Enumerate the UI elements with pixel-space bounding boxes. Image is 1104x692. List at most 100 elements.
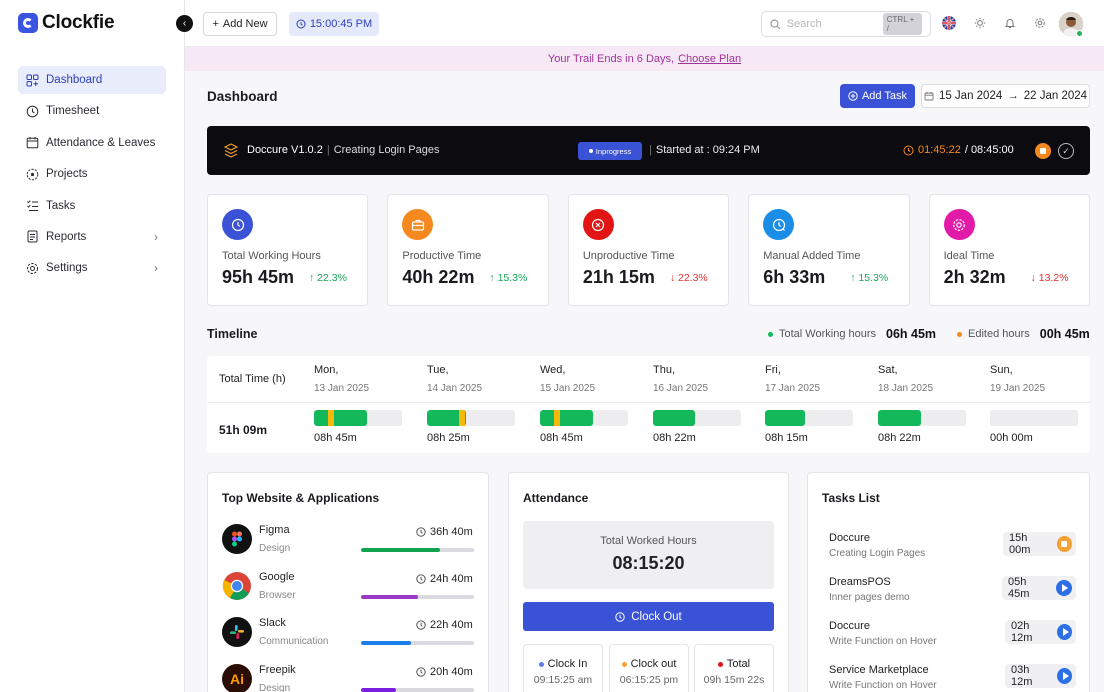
working-hours-fill	[314, 410, 367, 426]
task-row[interactable]: DreamsPOS Inner pages demo 05h 45m	[822, 572, 1076, 612]
stat-card: Manual Added Time 6h 33m ↑ 15.3%	[748, 194, 910, 306]
timeline-title: Timeline	[207, 327, 258, 341]
search-input[interactable]	[786, 18, 877, 30]
play-icon[interactable]	[1057, 668, 1072, 684]
task-row[interactable]: Doccure Write Function on Hover 02h 12m	[822, 616, 1076, 656]
trend-up-icon: ↑	[309, 272, 315, 284]
working-hours-fill	[653, 410, 695, 426]
clock-icon	[615, 611, 625, 622]
app-row[interactable]: Google Browser 24h 40m	[222, 569, 476, 605]
timeline-date: 14 Jan 2025	[427, 383, 483, 394]
sidebar-item-settings[interactable]: Settings ›	[18, 254, 166, 282]
sidebar-item-timesheet[interactable]: Timesheet	[18, 97, 166, 125]
timeline-day: Thu,	[653, 364, 676, 376]
tasks-list-card: Tasks List Doccure Creating Login Pages …	[807, 472, 1090, 692]
attendance-item-value: 09:15:25 am	[533, 674, 593, 686]
search-box[interactable]: CTRL + /	[761, 11, 931, 37]
app-row[interactable]: Ai Freepik Design 20h 40m	[222, 662, 476, 692]
usage-bar	[361, 594, 474, 599]
search-shortcut: CTRL + /	[882, 13, 922, 35]
total-time: / 08:45:00	[964, 144, 1014, 156]
timeline-bar[interactable]	[427, 410, 515, 426]
timeline-day: Sun,	[990, 364, 1013, 376]
clock-icon	[416, 620, 426, 630]
stop-task-button[interactable]	[1035, 143, 1051, 159]
legend-value: 00h 45m	[1039, 327, 1090, 341]
sidebar-item-attendance-leaves[interactable]: Attendance & Leaves	[18, 129, 166, 157]
timeline-bar[interactable]	[314, 410, 402, 426]
clock-icon	[26, 105, 39, 118]
sidebar-item-reports[interactable]: Reports ›	[18, 223, 166, 251]
sidebar-item-label: Settings	[46, 262, 88, 275]
timeline-hours: 08h 22m	[878, 432, 921, 444]
calendar-icon	[924, 92, 934, 101]
sidebar-item-label: Tasks	[46, 199, 76, 212]
stat-delta-value: 15.3%	[858, 272, 889, 284]
timeline-hours: 08h 45m	[540, 432, 583, 444]
task-time: 05h 45m	[1008, 576, 1030, 600]
chevron-right-icon: ›	[154, 229, 158, 244]
add-new-button[interactable]: + Add New	[203, 12, 277, 36]
notification-bell-icon[interactable]	[1003, 16, 1017, 30]
attendance-label-text: Clock out	[630, 658, 677, 670]
timeline-bar[interactable]	[653, 410, 741, 426]
stat-label: Manual Added Time	[763, 250, 861, 262]
app-row[interactable]: Figma Design 36h 40m	[222, 522, 476, 558]
app-time-value: 36h 40m	[430, 526, 473, 538]
complete-task-button[interactable]: ✓	[1058, 143, 1074, 159]
timeline-date: 13 Jan 2025	[314, 383, 370, 394]
stat-value: 40h 22m	[402, 267, 475, 287]
online-status-dot	[1076, 30, 1083, 37]
page-title: Dashboard	[207, 89, 278, 104]
timeline-bar[interactable]	[540, 410, 628, 426]
clock-out-button[interactable]: Clock Out	[523, 602, 774, 631]
sidebar-item-projects[interactable]: Projects	[18, 160, 166, 188]
task-time-chip: 05h 45m	[1002, 576, 1076, 600]
status-badge: Inprogress	[578, 142, 642, 160]
timeline-bar[interactable]	[990, 410, 1078, 426]
app-time: 36h 40m	[416, 526, 473, 538]
theme-toggle-icon[interactable]	[973, 16, 987, 30]
stop-icon[interactable]	[1056, 536, 1072, 552]
calendar-icon	[26, 136, 39, 149]
timeline-bar[interactable]	[878, 410, 966, 426]
attendance-item-value: 06:15:25 pm	[619, 674, 679, 686]
divider	[207, 402, 1090, 403]
separator: |	[649, 144, 652, 156]
app-row[interactable]: Slack Communication 22h 40m	[222, 615, 476, 651]
app-logo[interactable]: Clockfie	[18, 12, 115, 34]
attendance-item-label: Total	[695, 658, 773, 670]
working-hours-fill	[765, 410, 805, 426]
topbar: + Add New 15:00:45 PM CTRL + /	[185, 0, 1104, 47]
play-icon[interactable]	[1057, 624, 1072, 640]
choose-plan-link[interactable]: Choose Plan	[678, 53, 741, 65]
working-hours-fill	[540, 410, 593, 426]
task-description: Inner pages demo	[829, 592, 910, 603]
timeline-bar[interactable]	[765, 410, 853, 426]
settings-gear-icon[interactable]	[1033, 16, 1047, 30]
stat-value: 95h 45m	[222, 267, 295, 287]
timeline-panel: Total Time (h) 51h 09m Mon, 13 Jan 2025 08…	[207, 356, 1090, 453]
date-range-picker[interactable]: 15 Jan 2024 → 22 Jan 2024	[921, 84, 1090, 108]
task-time: 02h 12m	[1011, 620, 1033, 644]
app-time-value: 20h 40m	[430, 665, 473, 678]
task-row[interactable]: Doccure Creating Login Pages 15h 00m	[822, 528, 1076, 568]
usage-fill	[361, 548, 440, 552]
play-icon[interactable]	[1056, 580, 1072, 596]
sidebar-item-dashboard[interactable]: Dashboard	[18, 66, 166, 94]
stat-delta: ↑ 15.3%	[489, 272, 527, 284]
trial-banner: Your Trail Ends in 6 Days, Choose Plan	[185, 47, 1104, 71]
timeline-day: Sat,	[878, 364, 898, 376]
timeline-date: 19 Jan 2025	[990, 383, 1046, 394]
task-project: Doccure	[829, 620, 870, 632]
started-label: Started at : 09:24 PM	[655, 144, 760, 156]
sidebar-item-tasks[interactable]: Tasks	[18, 192, 166, 220]
add-task-button[interactable]: Add Task	[840, 84, 915, 108]
layers-icon	[224, 143, 238, 158]
task-row[interactable]: Service Marketplace Write Function on Ho…	[822, 660, 1076, 692]
legend-dot	[957, 331, 962, 337]
language-flag-icon[interactable]	[942, 16, 956, 30]
edited-hours-marker	[328, 410, 334, 426]
collapse-sidebar-button[interactable]: ‹	[176, 15, 193, 32]
trend-up-icon: ↑	[489, 272, 495, 284]
